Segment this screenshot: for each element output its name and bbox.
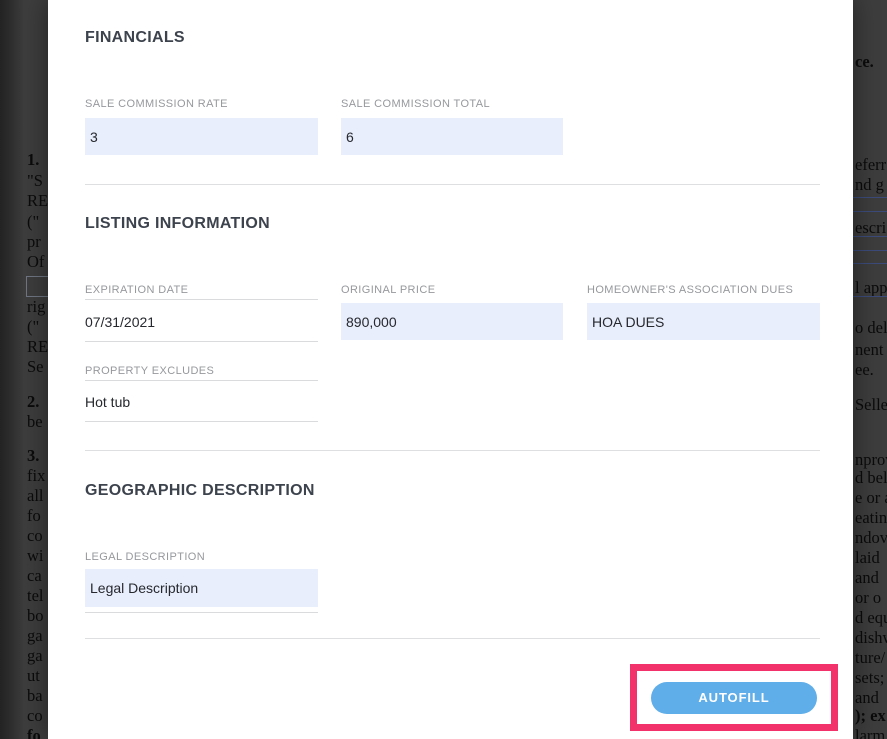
autofill-highlight-annotation: AUTOFILL (630, 664, 838, 731)
doc-text-fragment: (" (27, 317, 39, 337)
field-label-hoa-dues: HOMEOWNER'S ASSOCIATION DUES (587, 284, 793, 296)
doc-text-fragment: nprov (855, 450, 887, 470)
doc-text-fragment: be (27, 412, 43, 432)
doc-text-fragment: laid (855, 548, 880, 568)
background-document-left: 1."SRE("prOfrig("RESe2.be3.fixallfocowic… (0, 0, 48, 739)
field-underline (85, 341, 318, 342)
doc-text-fragment: all (27, 486, 44, 506)
doc-text-fragment: ca (27, 566, 42, 586)
doc-text-fragment: Of (27, 252, 44, 272)
doc-text-fragment: ga (27, 626, 43, 646)
doc-text-fragment: 2. (27, 392, 39, 412)
doc-text-fragment: tel (27, 586, 44, 606)
original-price-input[interactable] (341, 303, 563, 340)
autofill-button[interactable]: AUTOFILL (651, 682, 817, 714)
doc-text-fragment: fo (27, 726, 41, 739)
field-label-original-price: ORIGINAL PRICE (341, 284, 435, 296)
doc-text-fragment: nd g (855, 175, 884, 195)
doc-text-fragment: RE (27, 191, 48, 211)
doc-text-fragment: ndov (855, 528, 887, 548)
field-underline (85, 380, 318, 381)
field-label-sale-commission-total: SALE COMMISSION TOTAL (341, 98, 490, 110)
property-excludes-field[interactable]: Hot tub (85, 384, 318, 421)
doc-text-fragment: dishw (855, 628, 887, 648)
doc-text-fragment: 1. (27, 150, 39, 170)
doc-text-fragment: ba (27, 686, 43, 706)
doc-text-fragment: larm (855, 726, 885, 739)
field-underline (85, 299, 318, 300)
doc-text-fragment: ce. (855, 52, 874, 72)
section-divider (85, 184, 820, 185)
doc-text-fragment: pr (27, 232, 41, 252)
legal-description-input[interactable] (85, 569, 318, 607)
doc-field-underline (853, 250, 887, 251)
background-document-right: ce. eferrnd g escri l app o delnentee. Seller… (853, 0, 887, 739)
doc-field-underline (853, 236, 887, 237)
doc-text-fragment: eatin (855, 508, 887, 528)
field-label-legal-description: LEGAL DESCRIPTION (85, 551, 205, 563)
field-label-property-excludes: PROPERTY EXCLUDES (85, 365, 214, 377)
section-divider (85, 450, 820, 451)
doc-text-fragment: 3. (27, 446, 39, 466)
section-divider (85, 638, 820, 639)
doc-text-fragment: ee. (855, 360, 874, 380)
doc-field-underline (853, 263, 887, 264)
doc-text-fragment: and (855, 568, 879, 588)
doc-text-fragment: fo (27, 506, 41, 526)
doc-field-underline (853, 296, 887, 297)
doc-field-underline (853, 211, 887, 212)
doc-text-fragment: ga (27, 646, 43, 666)
doc-text-fragment: Seller, (855, 395, 887, 415)
doc-text-fragment: co (27, 526, 43, 546)
autofill-form-modal: FINANCIALS SALE COMMISSION RATE SALE COM… (48, 0, 853, 739)
doc-text-fragment: wi (27, 546, 44, 566)
doc-text-fragment: ); ex (855, 706, 886, 726)
doc-text-fragment: ut (27, 666, 40, 686)
doc-field-box (26, 276, 48, 297)
doc-text-fragment: escri (855, 218, 886, 238)
field-label-expiration-date: EXPIRATION DATE (85, 284, 188, 296)
doc-text-fragment: bo (27, 606, 44, 626)
sale-commission-total-input[interactable] (341, 118, 563, 155)
doc-text-fragment: Se (27, 357, 44, 377)
doc-text-fragment: rig (27, 297, 45, 317)
doc-text-fragment: ture/ (855, 648, 885, 668)
doc-text-fragment: RE (27, 337, 48, 357)
doc-text-fragment: nent (855, 340, 883, 360)
doc-text-fragment: sets; (855, 668, 884, 688)
section-title-geographic-description: GEOGRAPHIC DESCRIPTION (85, 482, 315, 500)
doc-text-fragment: "S (27, 171, 43, 191)
doc-text-fragment: d equ (855, 608, 887, 628)
doc-field-underline (853, 197, 887, 198)
doc-text-fragment: and (855, 688, 879, 708)
field-label-sale-commission-rate: SALE COMMISSION RATE (85, 98, 228, 110)
expiration-date-field[interactable]: 07/31/2021 (85, 304, 318, 341)
doc-text-fragment: fix (27, 466, 45, 486)
field-underline (85, 421, 318, 422)
doc-text-fragment: co (27, 706, 43, 726)
sale-commission-rate-input[interactable] (85, 118, 318, 155)
hoa-dues-input[interactable] (587, 303, 820, 340)
doc-text-fragment: or o (855, 588, 881, 608)
doc-text-fragment: e or a (855, 488, 887, 508)
doc-text-fragment: (" (27, 212, 39, 232)
section-title-financials: FINANCIALS (85, 29, 185, 47)
section-title-listing-information: LISTING INFORMATION (85, 215, 270, 233)
doc-text-fragment: eferr (855, 155, 886, 175)
doc-text-fragment: o del (855, 318, 887, 338)
doc-text-fragment: d bel (855, 468, 887, 488)
field-underline (85, 612, 318, 613)
doc-text-fragment: l app (855, 278, 887, 298)
